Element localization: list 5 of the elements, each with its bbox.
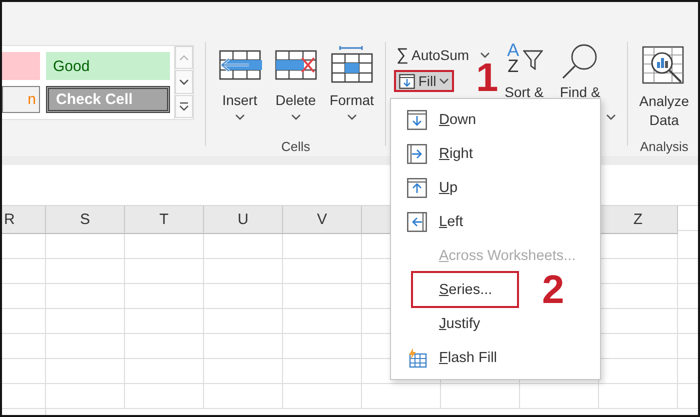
step-number: 1 xyxy=(476,58,498,98)
step-number: 2 xyxy=(542,270,564,310)
menu-item: Across Worksheets... xyxy=(438,247,576,266)
group-label: Analysis xyxy=(640,139,688,154)
group-label: Cells xyxy=(281,139,310,154)
